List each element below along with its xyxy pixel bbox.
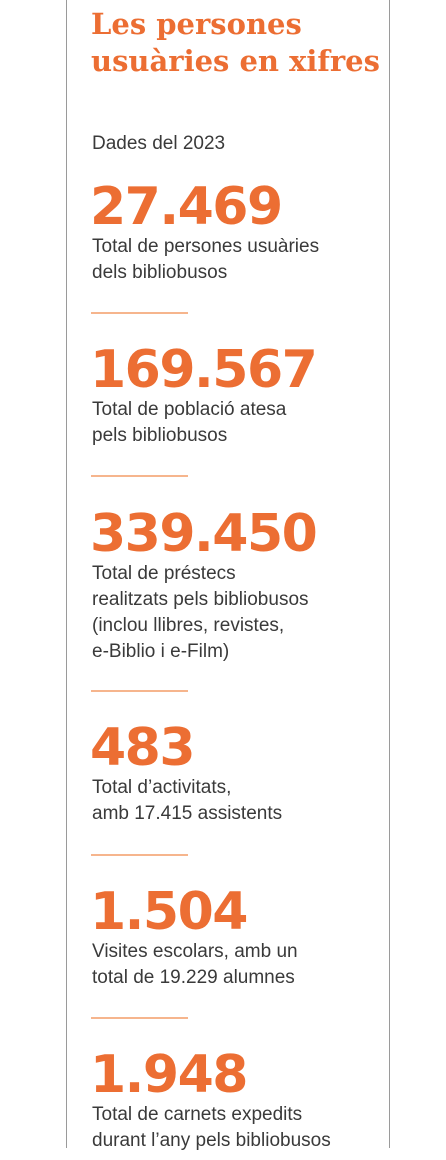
left-vertical-rule <box>66 0 67 1148</box>
stat-value: 27.469 <box>90 177 283 237</box>
stat-description-line: Total de població atesa <box>92 399 287 420</box>
stat-description-line: pels bibliobusos <box>92 425 228 446</box>
stat-description-line: Total de carnets expedits <box>92 1104 303 1125</box>
stat-value: 339.450 <box>90 504 318 564</box>
stat-loans: 339.450 Total de préstecs realitzats pel… <box>90 507 385 665</box>
separator-line <box>91 690 188 692</box>
stat-description-line: Total d’activitats, <box>92 777 232 798</box>
infographic-title: Les persones usuàries en xifres <box>91 7 380 78</box>
stat-library-cards: 1.948 Total de carnets expedits durant l… <box>90 1048 385 1154</box>
stat-description-line: Visites escolars, amb un <box>92 941 298 962</box>
separator-line <box>91 854 188 856</box>
stat-value: 169.567 <box>90 340 318 400</box>
stat-description-line: Total de préstecs <box>92 563 236 584</box>
stat-value: 1.504 <box>90 882 248 942</box>
stat-description-line: amb 17.415 assistents <box>92 803 283 824</box>
stat-description-line: durant l’any pels bibliobusos <box>92 1130 331 1151</box>
stat-population: 169.567 Total de població atesa pels bib… <box>90 343 385 449</box>
stat-description-line: (inclou llibres, revistes, <box>92 615 285 636</box>
stat-description-line: e-Biblio i e-Film) <box>92 641 230 662</box>
infographic-subtitle: Dades del 2023 <box>92 133 226 154</box>
separator-line <box>91 312 188 314</box>
stat-description-line: Total de persones usuàries <box>92 236 320 257</box>
stat-value: 483 <box>90 718 196 778</box>
separator-line <box>91 1017 188 1019</box>
stat-users: 27.469 Total de persones usuàries dels b… <box>90 180 385 286</box>
stat-description-line: realitzats pels bibliobusos <box>92 589 309 610</box>
stat-activities: 483 Total d’activitats, amb 17.415 assis… <box>90 721 385 827</box>
stat-value: 1.948 <box>90 1045 248 1105</box>
stat-school-visits: 1.504 Visites escolars, amb un total de … <box>90 885 385 991</box>
separator-line <box>91 475 188 477</box>
right-vertical-rule <box>389 0 390 1148</box>
stat-description-line: dels bibliobusos <box>92 262 228 283</box>
stat-description-line: total de 19.229 alumnes <box>92 967 295 988</box>
